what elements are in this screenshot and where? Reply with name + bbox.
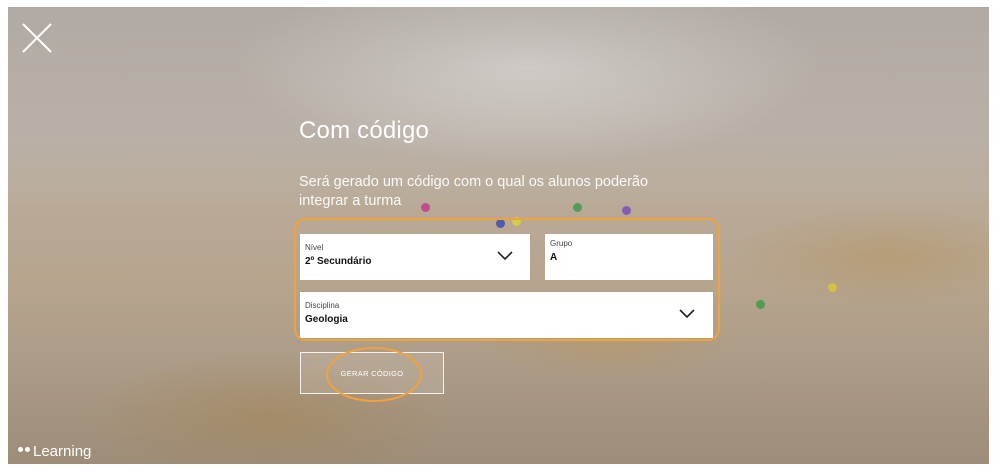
disciplina-select[interactable]: Disciplina Geologia	[300, 292, 713, 338]
brand-logo: Learning	[18, 443, 91, 460]
grupo-input[interactable]: Grupo A	[545, 234, 713, 280]
generate-code-button[interactable]: GERAR CÓDIGO	[300, 352, 444, 394]
nivel-select[interactable]: Nível 2º Secundário	[300, 234, 530, 280]
page-title: Com código	[299, 117, 430, 144]
nivel-label: Nível	[305, 243, 324, 252]
close-icon	[22, 23, 52, 53]
chevron-down-icon	[497, 251, 513, 261]
close-button[interactable]	[20, 21, 54, 55]
disciplina-label: Disciplina	[305, 301, 340, 310]
brand-name: Learning	[33, 443, 92, 460]
disciplina-value: Geologia	[305, 314, 348, 325]
nivel-value: 2º Secundário	[305, 256, 372, 267]
grupo-label: Grupo	[550, 239, 573, 248]
grupo-value: A	[550, 252, 558, 263]
page-subtitle: Será gerado um código com o qual os alun…	[299, 174, 649, 209]
brand-dots-icon	[18, 447, 30, 452]
chevron-down-icon	[679, 309, 695, 319]
background-photo: Com código Será gerado um código com o q…	[8, 7, 989, 464]
